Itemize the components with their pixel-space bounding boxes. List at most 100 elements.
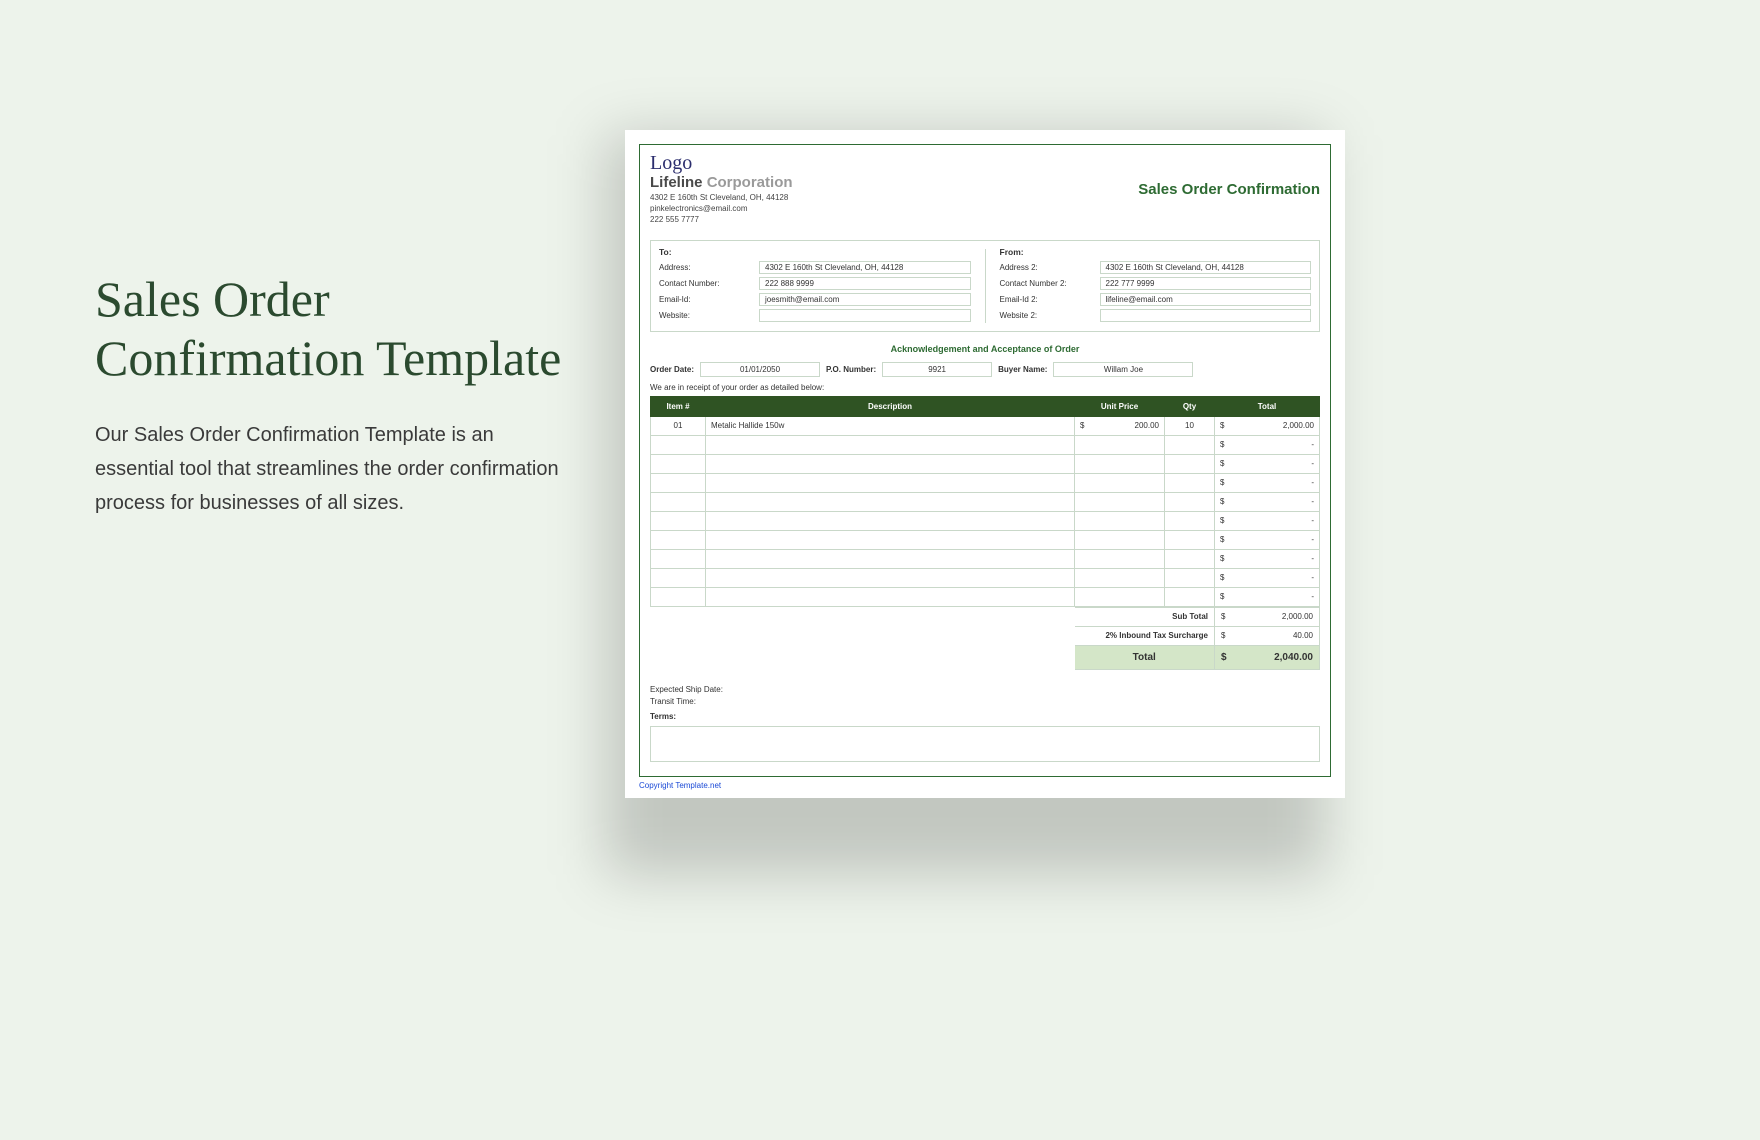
- cell-unit: [1075, 435, 1165, 454]
- table-row: $-: [651, 454, 1320, 473]
- subtotal-label: Sub Total: [1075, 607, 1215, 626]
- cell-item: [651, 473, 706, 492]
- from-email-value: lifeline@email.com: [1100, 293, 1312, 306]
- tax-currency: $: [1221, 631, 1225, 640]
- cell-total: $-: [1215, 549, 1320, 568]
- to-website-value: [759, 309, 971, 322]
- cell-unit: [1075, 473, 1165, 492]
- total-value: 2,040.00: [1274, 652, 1313, 663]
- cell-desc: [706, 549, 1075, 568]
- cell-desc: [706, 568, 1075, 587]
- cell-desc: Metalic Hallide 150w: [706, 416, 1075, 435]
- cell-total: $-: [1215, 568, 1320, 587]
- cell-unit: [1075, 549, 1165, 568]
- company-phone: 222 555 7777: [650, 215, 793, 226]
- cell-item: [651, 549, 706, 568]
- cell-desc: [706, 435, 1075, 454]
- logo-text: Logo: [650, 153, 1320, 173]
- from-website-label: Website 2:: [1000, 311, 1100, 320]
- cell-desc: [706, 454, 1075, 473]
- cell-qty: [1165, 530, 1215, 549]
- cell-total: $2,000.00: [1215, 416, 1320, 435]
- cell-item: [651, 435, 706, 454]
- cell-qty: [1165, 587, 1215, 606]
- expected-ship-date-label: Expected Ship Date:: [650, 684, 1320, 697]
- from-website-value: [1100, 309, 1312, 322]
- copyright-text: Copyright Template.net: [639, 781, 1331, 790]
- promo-title: Sales Order Confirmation Template: [95, 270, 575, 388]
- cell-desc: [706, 473, 1075, 492]
- order-date-label: Order Date:: [650, 365, 694, 374]
- cell-desc: [706, 511, 1075, 530]
- receipt-note: We are in receipt of your order as detai…: [650, 383, 1320, 392]
- order-date-value: 01/01/2050: [700, 362, 820, 377]
- to-email-label: Email-Id:: [659, 295, 759, 304]
- company-name-strong: Lifeline: [650, 174, 703, 191]
- buyer-name-value: Willam Joe: [1053, 362, 1193, 377]
- cell-total: $-: [1215, 435, 1320, 454]
- cell-total: $-: [1215, 454, 1320, 473]
- to-address-label: Address:: [659, 263, 759, 272]
- cell-item: [651, 568, 706, 587]
- table-row: $-: [651, 492, 1320, 511]
- document-frame: Logo Lifeline Corporation 4302 E 160th S…: [639, 144, 1331, 777]
- cell-total: $-: [1215, 492, 1320, 511]
- subtotal-currency: $: [1221, 612, 1225, 621]
- po-number-label: P.O. Number:: [826, 365, 876, 374]
- to-contact-value: 222 888 9999: [759, 277, 971, 290]
- table-row: $-: [651, 587, 1320, 606]
- buyer-name-label: Buyer Name:: [998, 365, 1047, 374]
- party-separator: [985, 249, 986, 323]
- cell-unit: [1075, 454, 1165, 473]
- company-address: 4302 E 160th St Cleveland, OH, 44128: [650, 193, 793, 204]
- cell-item: [651, 454, 706, 473]
- col-item-header: Item #: [651, 396, 706, 416]
- order-meta-row: Order Date: 01/01/2050 P.O. Number: 9921…: [650, 362, 1320, 377]
- cell-item: [651, 511, 706, 530]
- cell-unit: $200.00: [1075, 416, 1165, 435]
- table-row: $-: [651, 568, 1320, 587]
- from-address-value: 4302 E 160th St Cleveland, OH, 44128: [1100, 261, 1312, 274]
- col-qty-header: Qty: [1165, 396, 1215, 416]
- cell-desc: [706, 587, 1075, 606]
- tax-value: 40.00: [1293, 631, 1313, 640]
- terms-box: [650, 726, 1320, 762]
- summary-table: Sub Total $ 2,000.00 2% Inbound Tax Surc…: [650, 607, 1320, 670]
- to-address-value: 4302 E 160th St Cleveland, OH, 44128: [759, 261, 971, 274]
- terms-label: Terms:: [650, 711, 1320, 724]
- total-label: Total: [1075, 645, 1215, 669]
- from-email-label: Email-Id 2:: [1000, 295, 1100, 304]
- cell-unit: [1075, 511, 1165, 530]
- to-email-value: joesmith@email.com: [759, 293, 971, 306]
- items-table: Item # Description Unit Price Qty Total …: [650, 396, 1320, 607]
- cell-item: [651, 492, 706, 511]
- cell-item: [651, 587, 706, 606]
- table-row: $-: [651, 473, 1320, 492]
- table-row: $-: [651, 549, 1320, 568]
- table-row: $-: [651, 511, 1320, 530]
- cell-unit: [1075, 530, 1165, 549]
- parties-panel: To: Address: 4302 E 160th St Cleveland, …: [650, 240, 1320, 332]
- cell-qty: [1165, 492, 1215, 511]
- total-currency: $: [1221, 652, 1227, 663]
- cell-qty: [1165, 511, 1215, 530]
- cell-unit: [1075, 492, 1165, 511]
- cell-qty: 10: [1165, 416, 1215, 435]
- from-address-label: Address 2:: [1000, 263, 1100, 272]
- document-title: Sales Order Confirmation: [1138, 181, 1320, 198]
- cell-total: $-: [1215, 530, 1320, 549]
- to-contact-label: Contact Number:: [659, 279, 759, 288]
- promo-panel: Sales Order Confirmation Template Our Sa…: [95, 270, 575, 520]
- cell-qty: [1165, 435, 1215, 454]
- cell-qty: [1165, 454, 1215, 473]
- cell-desc: [706, 492, 1075, 511]
- cell-unit: [1075, 587, 1165, 606]
- from-contact-value: 222 777 9999: [1100, 277, 1312, 290]
- to-column: To: Address: 4302 E 160th St Cleveland, …: [659, 247, 971, 325]
- table-row: $-: [651, 530, 1320, 549]
- tax-label: 2% Inbound Tax Surcharge: [1075, 626, 1215, 645]
- from-contact-label: Contact Number 2:: [1000, 279, 1100, 288]
- document-preview: Logo Lifeline Corporation 4302 E 160th S…: [625, 130, 1345, 798]
- table-row: 01Metalic Hallide 150w$200.0010$2,000.00: [651, 416, 1320, 435]
- company-email: pinkelectronics@email.com: [650, 204, 793, 215]
